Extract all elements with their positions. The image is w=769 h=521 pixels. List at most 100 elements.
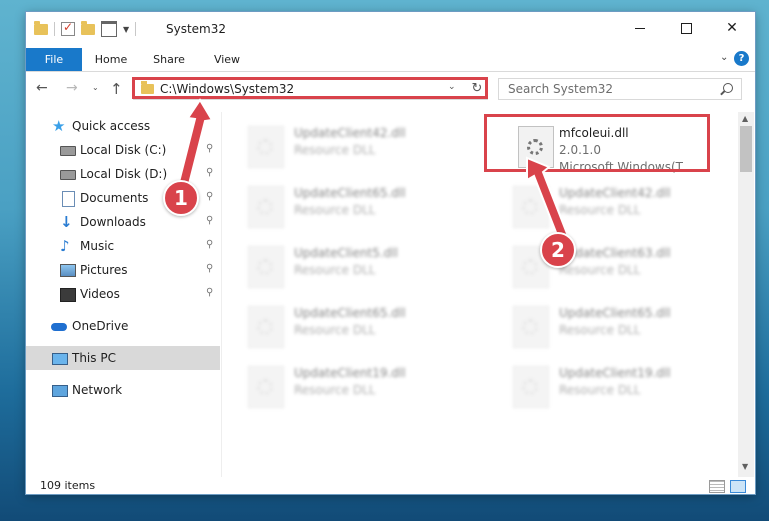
search-input[interactable]: Search System32	[508, 82, 613, 96]
dll-file-icon	[248, 126, 284, 168]
sidebar-item-local-disk-c[interactable]: Local Disk (C:) ⚲	[26, 138, 220, 162]
sidebar-item-pictures[interactable]: Pictures ⚲	[26, 258, 220, 282]
scroll-thumb[interactable]	[740, 126, 752, 172]
gear-icon	[257, 199, 273, 215]
file-tile[interactable]: UpdateClient65.dll Resource DLL	[487, 300, 713, 352]
search-icon[interactable]	[723, 83, 733, 93]
back-arrow-icon[interactable]: ←	[36, 80, 48, 96]
pin-icon[interactable]: ⚲	[206, 263, 213, 274]
address-path[interactable]: C:\Windows\System32	[160, 82, 294, 96]
forward-arrow-icon[interactable]: →	[66, 80, 78, 96]
expand-ribbon-chevron-icon[interactable]: ⌄	[720, 52, 728, 63]
file-type: Resource DLL	[294, 263, 376, 277]
onedrive-icon	[51, 319, 67, 333]
pictures-icon	[60, 263, 76, 277]
tab-file[interactable]: File	[26, 48, 82, 71]
vertical-scrollbar[interactable]: ▲ ▼	[738, 112, 754, 477]
refresh-icon[interactable]: ↻	[467, 78, 488, 100]
file-name: UpdateClient5.dll	[294, 246, 398, 260]
up-arrow-icon[interactable]: ↑	[110, 80, 123, 98]
network-icon	[52, 383, 68, 397]
file-name: UpdateClient65.dll	[294, 186, 406, 200]
gear-icon	[257, 379, 273, 395]
file-name: UpdateClient42.dll	[294, 126, 406, 140]
sidebar-item-label: OneDrive	[72, 319, 129, 333]
sidebar-item-label: Pictures	[80, 263, 128, 277]
dll-file-icon	[518, 126, 554, 168]
pin-icon[interactable]: ⚲	[206, 191, 213, 202]
sidebar-item-quick-access[interactable]: ★ Quick access	[26, 114, 220, 138]
sidebar-item-downloads[interactable]: ↓ Downloads ⚲	[26, 210, 220, 234]
step-1-callout: 1	[163, 180, 199, 216]
file-type: Resource DLL	[559, 263, 641, 277]
minimize-icon	[635, 27, 645, 29]
close-button[interactable]: ✕	[709, 12, 755, 44]
sidebar-item-label: Network	[72, 383, 123, 397]
star-icon: ★	[52, 117, 66, 135]
sidebar-item-videos[interactable]: Videos ⚲	[26, 282, 220, 306]
file-tile-mfcoleui[interactable]: mfcoleui.dll 2.0.1.0 Microsoft Windows(T…	[487, 120, 713, 174]
pin-icon[interactable]: ⚲	[206, 215, 213, 226]
sidebar-item-label: Local Disk (D:)	[80, 167, 168, 181]
maximize-button[interactable]	[663, 12, 709, 44]
navigation-pane: ★ Quick access Local Disk (C:) ⚲ Local D…	[26, 112, 220, 477]
view-properties-icon[interactable]	[101, 21, 117, 37]
scroll-up-icon[interactable]: ▲	[742, 114, 748, 123]
sidebar-item-onedrive[interactable]: OneDrive	[26, 314, 220, 338]
dll-file-icon	[513, 186, 549, 228]
sidebar-item-this-pc[interactable]: This PC	[26, 346, 220, 370]
tab-view[interactable]: View	[204, 48, 250, 71]
pin-icon[interactable]: ⚲	[206, 143, 213, 154]
help-icon[interactable]: ?	[734, 51, 749, 66]
folder-icon[interactable]	[34, 20, 48, 35]
dll-file-icon	[513, 306, 549, 348]
dll-file-icon	[248, 366, 284, 408]
pin-icon[interactable]: ⚲	[206, 287, 213, 298]
sidebar-item-label: Documents	[80, 191, 149, 205]
file-name: UpdateClient19.dll	[559, 366, 671, 380]
address-bar[interactable]: C:\Windows\System32 ⌄	[133, 78, 487, 100]
dll-file-icon	[513, 366, 549, 408]
properties-check-icon[interactable]	[61, 20, 75, 36]
pin-icon[interactable]: ⚲	[206, 239, 213, 250]
file-type: Resource DLL	[294, 203, 376, 217]
folder-icon	[141, 81, 154, 94]
sidebar-item-label: Quick access	[72, 119, 151, 133]
file-version: 2.0.1.0	[559, 143, 601, 157]
file-list: UpdateClient42.dll Resource DLL mfcoleui…	[222, 112, 738, 477]
dll-file-icon	[248, 246, 284, 288]
file-tile[interactable]: UpdateClient63.dll Resource DLL	[487, 240, 713, 292]
file-tile[interactable]: UpdateClient19.dll Resource DLL	[487, 360, 713, 412]
file-tile[interactable]: UpdateClient65.dll Resource DLL	[222, 300, 448, 352]
new-folder-icon[interactable]	[81, 20, 95, 35]
tab-home[interactable]: Home	[88, 48, 134, 71]
file-tile[interactable]: UpdateClient42.dll Resource DLL	[222, 120, 448, 172]
pin-icon[interactable]: ⚲	[206, 167, 213, 178]
file-tile[interactable]: UpdateClient19.dll Resource DLL	[222, 360, 448, 412]
file-tile[interactable]: UpdateClient65.dll Resource DLL	[222, 180, 448, 232]
file-tile[interactable]: UpdateClient42.dll Resource DLL	[487, 180, 713, 232]
drive-icon	[60, 167, 76, 181]
minimize-button[interactable]	[617, 12, 663, 44]
search-box[interactable]: Search System32	[498, 78, 742, 100]
large-icons-view-icon[interactable]	[730, 480, 746, 493]
sidebar-item-music[interactable]: ♪ Music ⚲	[26, 234, 220, 258]
sidebar-item-network[interactable]: Network	[26, 378, 220, 402]
file-name: UpdateClient19.dll	[294, 366, 406, 380]
file-tile[interactable]: UpdateClient5.dll Resource DLL	[222, 240, 448, 292]
title-bar: ▼ System32 ✕	[26, 12, 755, 46]
tab-share[interactable]: Share	[146, 48, 192, 71]
step-2-callout: 2	[540, 232, 576, 268]
file-name: UpdateClient65.dll	[559, 306, 671, 320]
file-type: Resource DLL	[559, 203, 641, 217]
file-type: Resource DLL	[559, 323, 641, 337]
address-dropdown-chevron-icon[interactable]: ⌄	[448, 82, 456, 92]
drive-icon	[60, 143, 76, 157]
close-icon: ✕	[726, 20, 738, 36]
sidebar-item-label: Downloads	[80, 215, 146, 229]
recent-locations-chevron-icon[interactable]: ⌄	[92, 83, 99, 92]
scroll-down-icon[interactable]: ▼	[742, 462, 748, 471]
status-bar: 109 items	[26, 477, 755, 494]
details-view-icon[interactable]	[709, 480, 725, 493]
customize-toolbar-chevron-icon[interactable]: ▼	[123, 25, 129, 34]
